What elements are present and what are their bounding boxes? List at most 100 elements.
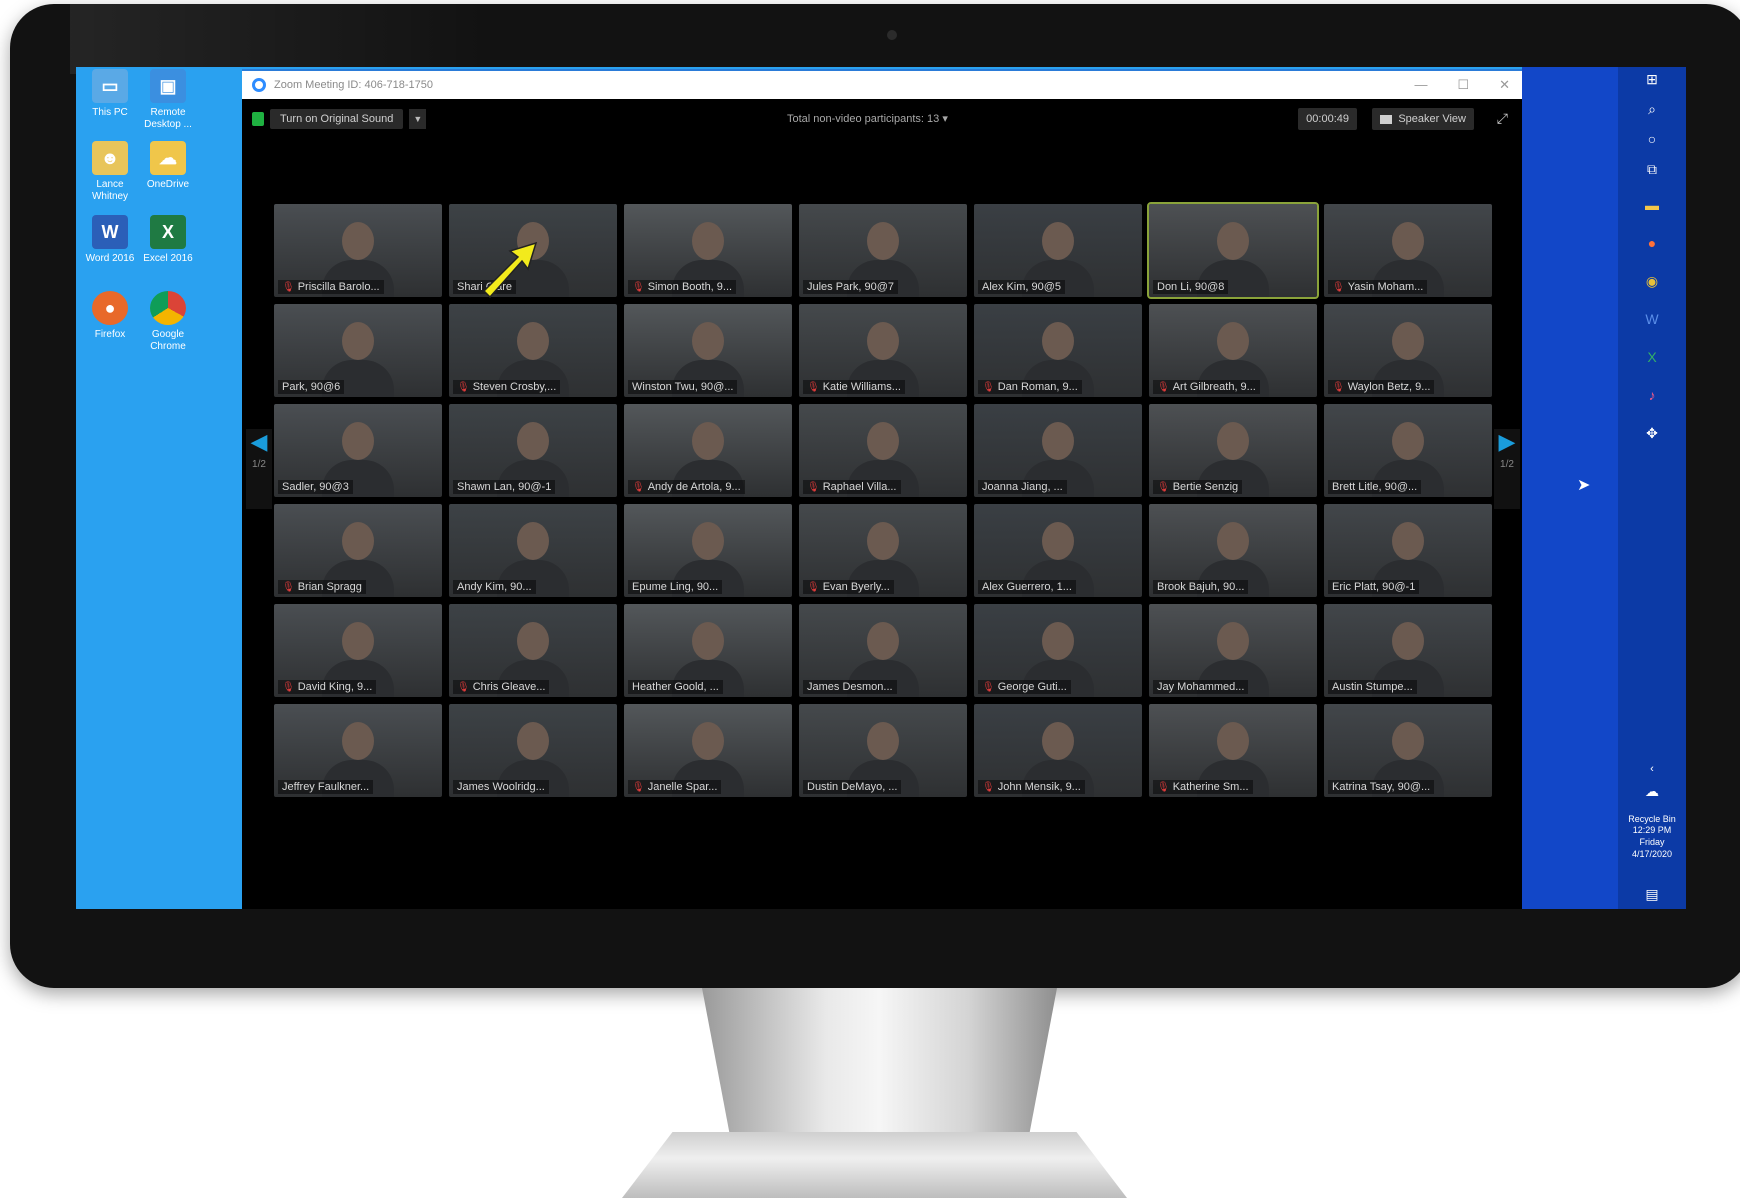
chevron-down-icon[interactable]: ▼ <box>409 109 427 129</box>
participant-name: James Woolridg... <box>453 780 549 794</box>
participant-tile[interactable]: 🎙 Art Gilbreath, 9... <box>1149 304 1317 397</box>
fullscreen-icon[interactable]: ⤢ <box>1497 110 1508 127</box>
chrome-taskbar-icon[interactable]: ◉ <box>1640 269 1664 293</box>
participant-tile[interactable]: 🎙 Simon Booth, 9... <box>624 204 792 297</box>
non-video-participants-dropdown[interactable]: Total non-video participants: 13 ▾ <box>787 112 948 125</box>
excel-icon: X <box>150 215 186 249</box>
participant-video <box>1217 622 1249 660</box>
participant-name: Don Li, 90@8 <box>1153 280 1229 294</box>
participant-name: 🎙 David King, 9... <box>278 680 377 694</box>
participant-tile[interactable]: Epume Ling, 90... <box>624 504 792 597</box>
system-clock[interactable]: 12:29 PM Friday 4/17/2020 <box>1622 824 1682 860</box>
desktop-icon-firefox[interactable]: ● Firefox <box>78 291 142 341</box>
participant-tile[interactable]: 🎙 Katherine Sm... <box>1149 704 1317 797</box>
participant-tile[interactable]: Jeffrey Faulkner... <box>274 704 442 797</box>
file-explorer-icon[interactable]: ▬ <box>1640 193 1664 217</box>
participant-name: 🎙 Andy de Artola, 9... <box>628 480 745 494</box>
participant-tile[interactable]: 🎙 Dan Roman, 9... <box>974 304 1142 397</box>
participant-video <box>1392 522 1424 560</box>
participant-tile[interactable]: Jay Mohammed... <box>1149 604 1317 697</box>
desktop-icon-user-folder[interactable]: ☻ Lance Whitney <box>78 141 142 203</box>
participant-tile[interactable]: Dustin DeMayo, ... <box>799 704 967 797</box>
task-view-icon[interactable]: ⧉ <box>1640 157 1664 181</box>
participant-tile[interactable]: 🎙 Yasin Moham... <box>1324 204 1492 297</box>
participant-tile[interactable]: James Desmon... <box>799 604 967 697</box>
itunes-taskbar-icon[interactable]: ♪ <box>1640 383 1664 407</box>
original-sound-button[interactable]: Turn on Original Sound <box>270 109 404 129</box>
desktop-icon-remote-desktop[interactable]: ▣ Remote Desktop ... <box>136 69 200 131</box>
participant-tile[interactable]: Katrina Tsay, 90@... <box>1324 704 1492 797</box>
participant-name-text: Dustin DeMayo, ... <box>807 781 898 793</box>
windows-start-icon[interactable]: ⊞ <box>1640 67 1664 91</box>
participant-tile[interactable]: Brook Bajuh, 90... <box>1149 504 1317 597</box>
participant-tile[interactable]: Don Li, 90@8 <box>1147 202 1319 299</box>
participant-tile[interactable]: Winston Twu, 90@... <box>624 304 792 397</box>
firefox-icon: ● <box>92 291 128 325</box>
excel-taskbar-icon[interactable]: X <box>1640 345 1664 369</box>
participant-name: Eric Platt, 90@-1 <box>1328 580 1420 594</box>
desktop-icon-onedrive[interactable]: ☁ OneDrive <box>136 141 200 191</box>
participant-name-text: Yasin Moham... <box>1347 281 1424 293</box>
notifications-icon[interactable]: ▤ <box>1640 882 1664 906</box>
participant-tile[interactable]: Joanna Jiang, ... <box>974 404 1142 497</box>
participant-tile[interactable]: Alex Guerrero, 1... <box>974 504 1142 597</box>
participant-tile[interactable]: 🎙 Bertie Senzig <box>1149 404 1317 497</box>
network-icon[interactable]: ☁ <box>1640 779 1664 803</box>
participant-video <box>517 322 549 360</box>
desktop-icon-word[interactable]: W Word 2016 <box>78 215 142 265</box>
maximize-icon[interactable]: ☐ <box>1457 77 1469 93</box>
participant-tile[interactable]: Andy Kim, 90... <box>449 504 617 597</box>
search-icon[interactable]: ⌕ <box>1640 97 1664 121</box>
participant-name: 🎙 Janelle Spar... <box>628 780 722 794</box>
participant-tile[interactable]: 🎙 George Guti... <box>974 604 1142 697</box>
word-taskbar-icon[interactable]: W <box>1640 307 1664 331</box>
participant-tile[interactable]: Alex Kim, 90@5 <box>974 204 1142 297</box>
window-titlebar[interactable]: Zoom Meeting ID: 406-718-1750 — ☐ ✕ <box>242 71 1522 99</box>
participant-tile[interactable]: Jules Park, 90@7 <box>799 204 967 297</box>
chevron-up-icon[interactable]: ‹ <box>1640 757 1664 781</box>
participant-tile[interactable]: 🎙 Andy de Artola, 9... <box>624 404 792 497</box>
cortana-icon[interactable]: ○ <box>1640 127 1664 151</box>
lock-icon[interactable] <box>252 112 264 126</box>
firefox-taskbar-icon[interactable]: ● <box>1640 231 1664 255</box>
participant-tile[interactable]: 🎙 Evan Byerly... <box>799 504 967 597</box>
participant-tile[interactable]: 🎙 Steven Crosby,... <box>449 304 617 397</box>
participant-tile[interactable]: 🎙 Katie Williams... <box>799 304 967 397</box>
participant-video <box>342 622 374 660</box>
participant-tile[interactable]: Shawn Lan, 90@-1 <box>449 404 617 497</box>
zoom-taskbar-icon[interactable]: ✥ <box>1640 421 1664 445</box>
next-page-button[interactable]: ▶ 1/2 <box>1494 429 1520 509</box>
desktop-icon-this-pc[interactable]: ▭ This PC <box>78 69 142 119</box>
minimize-icon[interactable]: — <box>1414 77 1427 93</box>
participant-name: 🎙 Steven Crosby,... <box>453 380 561 394</box>
speaker-view-button[interactable]: Speaker View <box>1372 108 1474 130</box>
participant-tile[interactable]: 🎙 Waylon Betz, 9... <box>1324 304 1492 397</box>
participant-tile[interactable]: 🎙 John Mensik, 9... <box>974 704 1142 797</box>
participant-tile[interactable]: 🎙 Brian Spragg <box>274 504 442 597</box>
participant-tile[interactable]: Austin Stumpe... <box>1324 604 1492 697</box>
participant-tile[interactable]: Sadler, 90@3 <box>274 404 442 497</box>
participant-tile[interactable]: 🎙 Janelle Spar... <box>624 704 792 797</box>
muted-mic-icon: 🎙 <box>457 682 470 693</box>
participant-tile[interactable]: Eric Platt, 90@-1 <box>1324 504 1492 597</box>
desktop-icon-chrome[interactable]: Google Chrome <box>136 291 200 353</box>
participant-tile[interactable]: James Woolridg... <box>449 704 617 797</box>
clock-day: Friday <box>1639 837 1665 847</box>
muted-mic-icon: 🎙 <box>1157 382 1170 393</box>
participant-tile[interactable]: 🎙 David King, 9... <box>274 604 442 697</box>
participant-tile[interactable]: 🎙 Chris Gleave... <box>449 604 617 697</box>
participant-tile[interactable]: Brett Litle, 90@... <box>1324 404 1492 497</box>
participant-name-text: Evan Byerly... <box>822 581 890 593</box>
close-icon[interactable]: ✕ <box>1499 77 1510 93</box>
chevron-right-icon: ▶ <box>1498 429 1516 454</box>
desktop-icon-label: Google Chrome <box>150 329 186 352</box>
participant-tile[interactable]: Park, 90@6 <box>274 304 442 397</box>
participant-tile[interactable]: 🎙 Priscilla Barolo... <box>274 204 442 297</box>
prev-page-button[interactable]: ◀ 1/2 <box>246 429 272 509</box>
participant-video <box>1042 722 1074 760</box>
participant-tile[interactable]: Heather Goold, ... <box>624 604 792 697</box>
participant-name-text: Katherine Sm... <box>1172 781 1249 793</box>
participant-tile[interactable]: 🎙 Raphael Villa... <box>799 404 967 497</box>
desktop-icon-excel[interactable]: X Excel 2016 <box>136 215 200 265</box>
desktop-icon-label: This PC <box>92 107 128 118</box>
